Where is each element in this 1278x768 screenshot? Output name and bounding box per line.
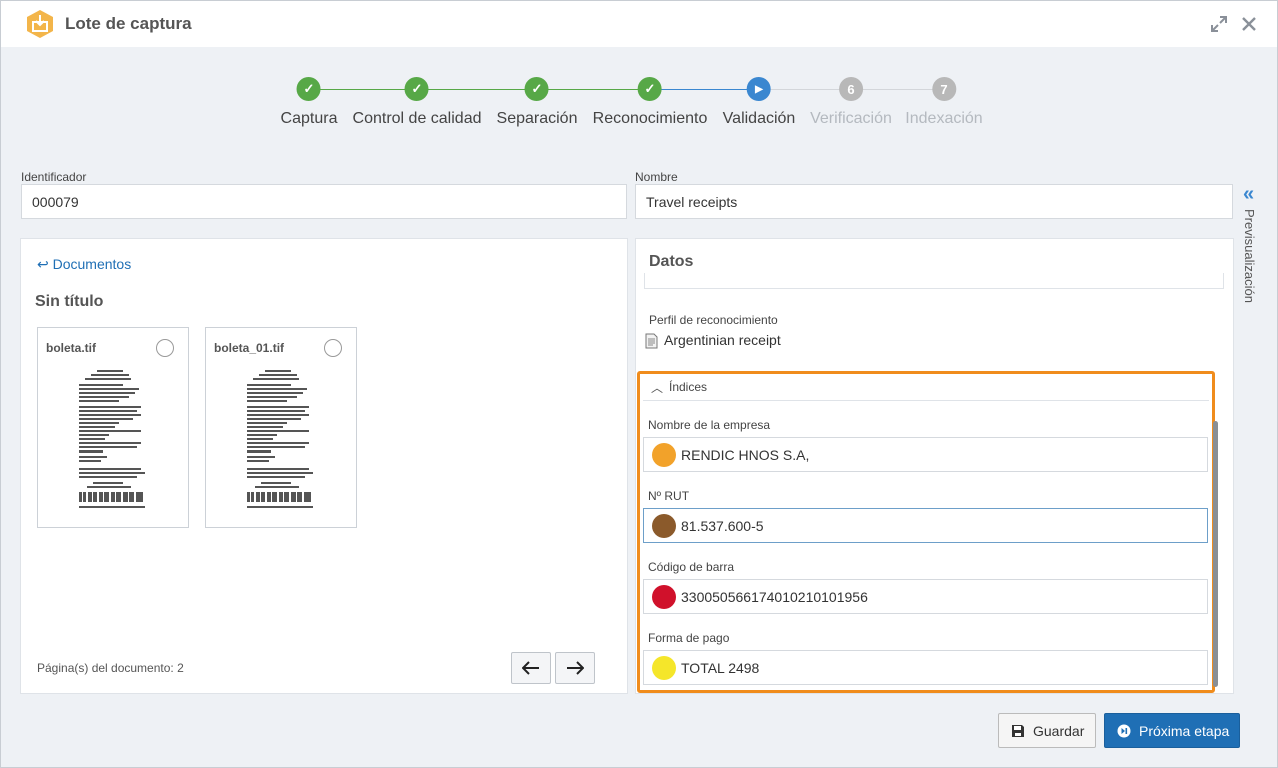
nombre-label: Nombre: [635, 170, 678, 184]
identificador-field[interactable]: 000079: [21, 184, 627, 219]
step-reconocimiento: ✓ Reconocimiento: [593, 77, 707, 128]
collapsed-field-edge: [644, 273, 1224, 289]
section-title: Sin título: [35, 293, 104, 310]
step-captura: ✓ Captura: [281, 77, 337, 128]
preview-side-tab[interactable]: « Previsualización: [1239, 181, 1265, 311]
profile-label: Perfil de reconocimiento: [649, 313, 778, 327]
indices-highlight-frame: [637, 371, 1215, 693]
double-chevron-left-icon[interactable]: «: [1243, 183, 1254, 206]
document-icon: [645, 333, 658, 349]
receipt-thumbnail: [247, 370, 313, 508]
save-icon: [1012, 724, 1024, 737]
documents-back-link[interactable]: ↩ Documentos: [37, 256, 131, 273]
step-separacion: ✓ Separación: [497, 77, 577, 128]
capture-batch-window: Lote de captura ✓ Captura ✓ Control de c…: [0, 0, 1278, 768]
play-icon: ▶: [746, 77, 771, 101]
save-button[interactable]: Guardar: [998, 713, 1096, 748]
identificador-label: Identificador: [21, 170, 87, 184]
capture-logo-icon: [27, 10, 53, 38]
document-card[interactable]: boleta.tif: [37, 327, 189, 528]
step-control-de-calidad: ✓ Control de calidad: [353, 77, 481, 128]
documents-panel: ↩ Documentos Sin título boleta.tif bolet…: [20, 238, 628, 694]
document-name: boleta.tif: [46, 341, 96, 355]
next-stage-button[interactable]: Próxima etapa: [1104, 713, 1240, 748]
document-card[interactable]: boleta_01.tif: [205, 327, 357, 528]
next-circle-icon: [1117, 724, 1131, 737]
select-radio[interactable]: [324, 339, 342, 357]
workflow-stepper: ✓ Captura ✓ Control de calidad ✓ Separac…: [271, 77, 1001, 137]
document-name: boleta_01.tif: [214, 341, 285, 355]
step-number: 7: [931, 77, 956, 101]
check-icon: ✓: [405, 77, 429, 101]
step-validacion: ▶ Validación: [723, 77, 795, 128]
check-icon: ✓: [637, 77, 662, 101]
profile-value: Argentinian receipt: [664, 332, 781, 348]
select-radio[interactable]: [156, 339, 174, 357]
next-page-button[interactable]: [555, 652, 595, 684]
step-number: 6: [838, 77, 863, 101]
step-verificacion: 6 Verificación: [810, 77, 892, 128]
document-pages-count: Página(s) del documento: 2: [37, 661, 184, 675]
check-icon: ✓: [296, 77, 321, 101]
receipt-thumbnail: [79, 370, 145, 508]
arrow-left-icon: [522, 661, 539, 675]
maximize-icon[interactable]: [1210, 15, 1228, 33]
title-bar: Lote de captura: [1, 1, 1277, 47]
nombre-field[interactable]: Travel receipts: [635, 184, 1233, 219]
check-icon: ✓: [524, 77, 549, 101]
close-icon[interactable]: [1240, 15, 1258, 33]
preview-tab-label: Previsualización: [1242, 209, 1257, 303]
window-title: Lote de captura: [65, 14, 192, 33]
previous-page-button[interactable]: [511, 652, 551, 684]
step-indexacion: 7 Indexación: [905, 77, 983, 128]
datos-scrollbar[interactable]: [1213, 421, 1218, 687]
arrow-right-icon: [567, 661, 584, 675]
datos-title: Datos: [649, 253, 694, 270]
